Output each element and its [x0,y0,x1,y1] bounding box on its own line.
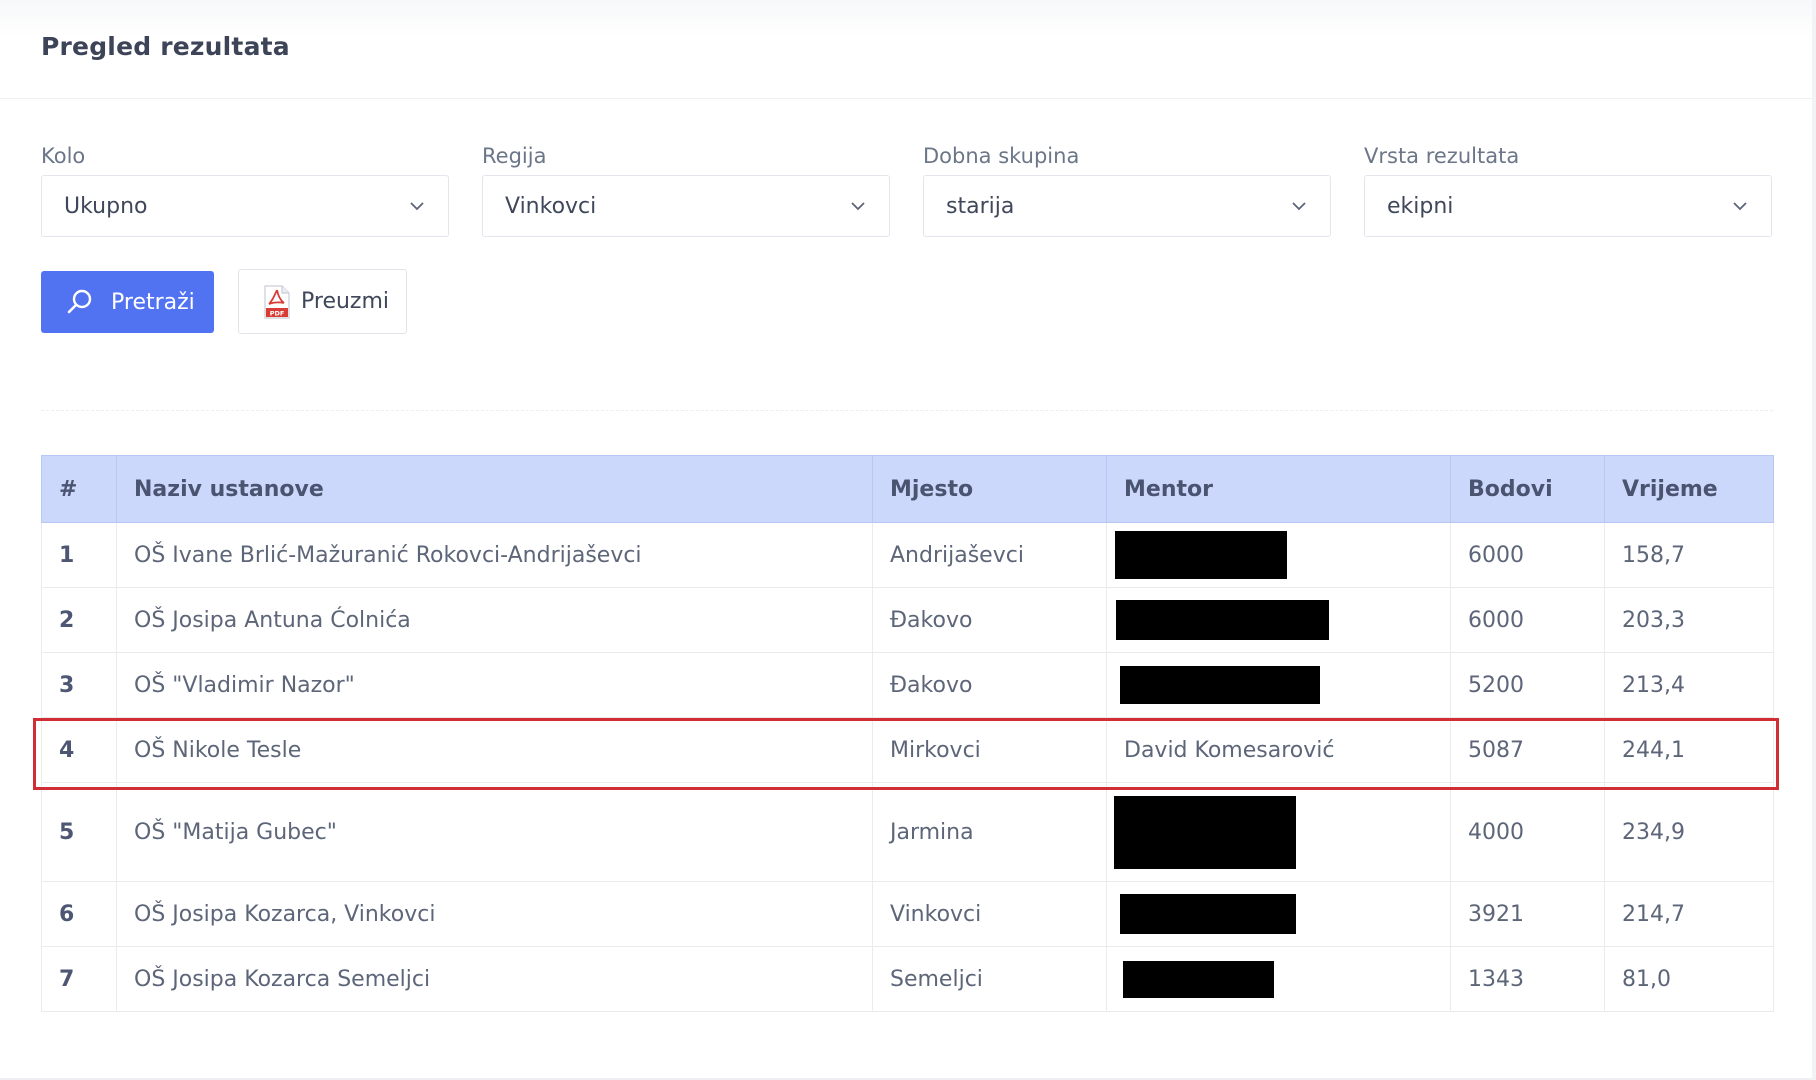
cell-mentor [1106,946,1451,1012]
filter-label-vrsta-rezultata: Vrsta rezultata [1364,144,1520,168]
cell-place: Andrijaševci [872,522,1107,588]
cell-rank: 2 [41,587,117,653]
select-kolo-value: Ukupno [64,193,148,219]
filter-label-kolo: Kolo [41,144,86,168]
select-regija-value: Vinkovci [505,193,597,219]
table-row: 6 OŠ Josipa Kozarca, Vinkovci Vinkovci 3… [41,881,1774,947]
redacted-mentor [1123,960,1274,998]
select-dobna-skupina-value: starija [946,193,1015,219]
column-header-place[interactable]: Mjesto [872,455,1107,523]
cell-time: 158,7 [1604,522,1774,588]
results-table: # Naziv ustanove Mjesto Mentor Bodovi Vr… [41,455,1774,1012]
download-pdf-button[interactable]: PDF Preuzmi [238,269,407,334]
search-icon [67,289,92,314]
redacted-mentor [1114,795,1296,869]
redacted-mentor [1120,894,1296,934]
cell-points: 6000 [1450,587,1605,653]
table-row: 2 OŠ Josipa Antuna Ćolnića Đakovo 6000 2… [41,587,1774,653]
cell-place: Jarmina [872,782,1107,882]
select-vrsta-rezultata[interactable]: ekipni [1364,175,1772,237]
scrollbar-track[interactable] [1812,0,1816,1080]
select-dobna-skupina[interactable]: starija [923,175,1331,237]
section-divider [41,410,1773,411]
chevron-down-icon [1292,202,1306,211]
pdf-badge-text: PDF [270,309,285,317]
cell-points: 1343 [1450,946,1605,1012]
cell-time: 234,9 [1604,782,1774,882]
cell-points: 4000 [1450,782,1605,882]
search-button[interactable]: Pretraži [41,271,214,333]
cell-mentor [1106,522,1451,588]
table-row: 3 OŠ "Vladimir Nazor" Đakovo 5200 213,4 [41,652,1774,718]
cell-points: 5200 [1450,652,1605,718]
cell-rank: 1 [41,522,117,588]
cell-mentor [1106,652,1451,718]
cell-name: OŠ Ivane Brlić-Mažuranić Rokovci-Andrija… [116,522,873,588]
page-header: Pregled rezultata [0,0,1816,99]
cell-rank: 5 [41,782,117,882]
cell-time: 203,3 [1604,587,1774,653]
cell-name: OŠ Josipa Kozarca Semeljci [116,946,873,1012]
cell-rank: 7 [41,946,117,1012]
cell-place: Semeljci [872,946,1107,1012]
column-header-mentor[interactable]: Mentor [1106,455,1451,523]
filter-regija: Regija Vinkovci [482,144,890,237]
cell-points: 5087 [1450,717,1605,783]
table-row: 1 OŠ Ivane Brlić-Mažuranić Rokovci-Andri… [41,522,1774,588]
filter-label-dobna-skupina: Dobna skupina [923,144,1080,168]
cell-points: 3921 [1450,881,1605,947]
chevron-down-icon [1733,202,1747,211]
cell-name: OŠ Josipa Antuna Ćolnića [116,587,873,653]
redacted-mentor [1120,666,1320,704]
cell-place: Vinkovci [872,881,1107,947]
cell-place: Mirkovci [872,717,1107,783]
table-row: 5 OŠ "Matija Gubec" Jarmina 4000 234,9 [41,782,1774,882]
results-page: Pregled rezultata Kolo Ukupno Regija Vin… [0,0,1816,1080]
cell-time: 81,0 [1604,946,1774,1012]
cell-rank: 4 [41,717,117,783]
page-title: Pregled rezultata [41,32,290,61]
redacted-mentor [1116,600,1329,640]
filter-dobna-skupina: Dobna skupina starija [923,144,1331,237]
cell-mentor [1106,881,1451,947]
cell-name: OŠ Nikole Tesle [116,717,873,783]
cell-time: 244,1 [1604,717,1774,783]
download-button-label: Preuzmi [301,289,390,314]
cell-place: Đakovo [872,652,1107,718]
filter-kolo: Kolo Ukupno [41,144,449,237]
select-regija[interactable]: Vinkovci [482,175,890,237]
cell-rank: 3 [41,652,117,718]
cell-time: 213,4 [1604,652,1774,718]
cell-name: OŠ "Vladimir Nazor" [116,652,873,718]
cell-name: OŠ Josipa Kozarca, Vinkovci [116,881,873,947]
cell-time: 214,7 [1604,881,1774,947]
cell-mentor [1106,587,1451,653]
column-header-rank[interactable]: # [41,455,117,523]
column-header-points[interactable]: Bodovi [1450,455,1605,523]
cell-points: 6000 [1450,522,1605,588]
column-header-time[interactable]: Vrijeme [1604,455,1774,523]
select-vrsta-rezultata-value: ekipni [1387,193,1454,219]
filter-label-regija: Regija [482,144,547,168]
chevron-down-icon [851,202,865,211]
cell-mentor: David Komesarović [1106,717,1451,783]
filter-vrsta-rezultata: Vrsta rezultata ekipni [1364,144,1772,237]
redacted-mentor [1115,531,1287,579]
table-header-row: # Naziv ustanove Mjesto Mentor Bodovi Vr… [41,455,1774,523]
search-button-label: Pretraži [111,289,195,315]
cell-name: OŠ "Matija Gubec" [116,782,873,882]
column-header-name[interactable]: Naziv ustanove [116,455,873,523]
cell-mentor [1106,782,1451,882]
cell-place: Đakovo [872,587,1107,653]
pdf-file-icon: PDF [264,284,290,319]
table-row-highlighted: 4 OŠ Nikole Tesle Mirkovci David Komesar… [41,717,1774,783]
chevron-down-icon [410,202,424,211]
table-row: 7 OŠ Josipa Kozarca Semeljci Semeljci 13… [41,946,1774,1012]
cell-rank: 6 [41,881,117,947]
select-kolo[interactable]: Ukupno [41,175,449,237]
